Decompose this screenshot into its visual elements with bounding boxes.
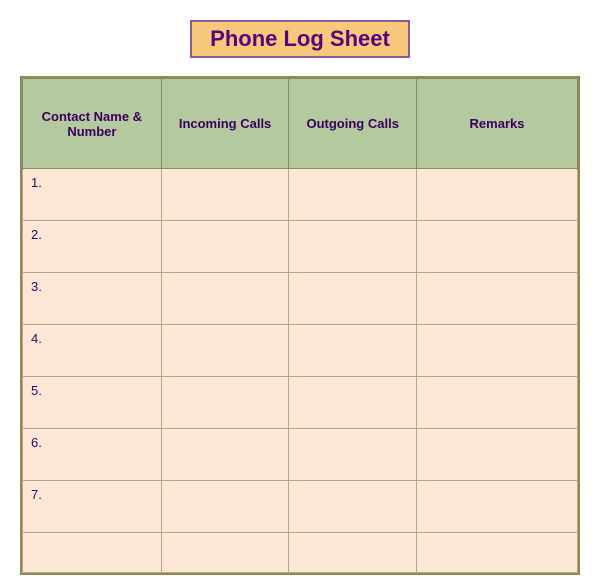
cell-outgoing-4[interactable] [289, 377, 417, 429]
cell-contact-3[interactable]: 4. [23, 325, 162, 377]
cell-incoming-7[interactable] [161, 533, 289, 573]
cell-contact-6[interactable]: 7. [23, 481, 162, 533]
cell-contact-4[interactable]: 5. [23, 377, 162, 429]
cell-incoming-6[interactable] [161, 481, 289, 533]
table-row: 1. [23, 169, 578, 221]
cell-contact-7[interactable] [23, 533, 162, 573]
col-header-contact: Contact Name & Number [23, 79, 162, 169]
cell-outgoing-5[interactable] [289, 429, 417, 481]
table-row [23, 533, 578, 573]
table-row: 5. [23, 377, 578, 429]
cell-incoming-3[interactable] [161, 325, 289, 377]
cell-outgoing-1[interactable] [289, 221, 417, 273]
cell-remarks-5[interactable] [417, 429, 578, 481]
cell-contact-0[interactable]: 1. [23, 169, 162, 221]
table-row: 6. [23, 429, 578, 481]
cell-contact-1[interactable]: 2. [23, 221, 162, 273]
page-title: Phone Log Sheet [190, 20, 410, 58]
col-header-remarks: Remarks [417, 79, 578, 169]
cell-contact-5[interactable]: 6. [23, 429, 162, 481]
cell-outgoing-0[interactable] [289, 169, 417, 221]
cell-outgoing-2[interactable] [289, 273, 417, 325]
cell-outgoing-6[interactable] [289, 481, 417, 533]
cell-remarks-7[interactable] [417, 533, 578, 573]
col-header-outgoing: Outgoing Calls [289, 79, 417, 169]
cell-incoming-0[interactable] [161, 169, 289, 221]
cell-remarks-1[interactable] [417, 221, 578, 273]
cell-remarks-6[interactable] [417, 481, 578, 533]
col-header-incoming: Incoming Calls [161, 79, 289, 169]
cell-outgoing-3[interactable] [289, 325, 417, 377]
table-row: 4. [23, 325, 578, 377]
cell-incoming-4[interactable] [161, 377, 289, 429]
table-row: 3. [23, 273, 578, 325]
cell-remarks-2[interactable] [417, 273, 578, 325]
cell-remarks-3[interactable] [417, 325, 578, 377]
cell-outgoing-7[interactable] [289, 533, 417, 573]
cell-incoming-1[interactable] [161, 221, 289, 273]
cell-remarks-0[interactable] [417, 169, 578, 221]
cell-incoming-5[interactable] [161, 429, 289, 481]
cell-incoming-2[interactable] [161, 273, 289, 325]
cell-contact-2[interactable]: 3. [23, 273, 162, 325]
cell-remarks-4[interactable] [417, 377, 578, 429]
table-row: 2. [23, 221, 578, 273]
phone-log-table: Contact Name & Number Incoming Calls Out… [20, 76, 580, 575]
table-row: 7. [23, 481, 578, 533]
